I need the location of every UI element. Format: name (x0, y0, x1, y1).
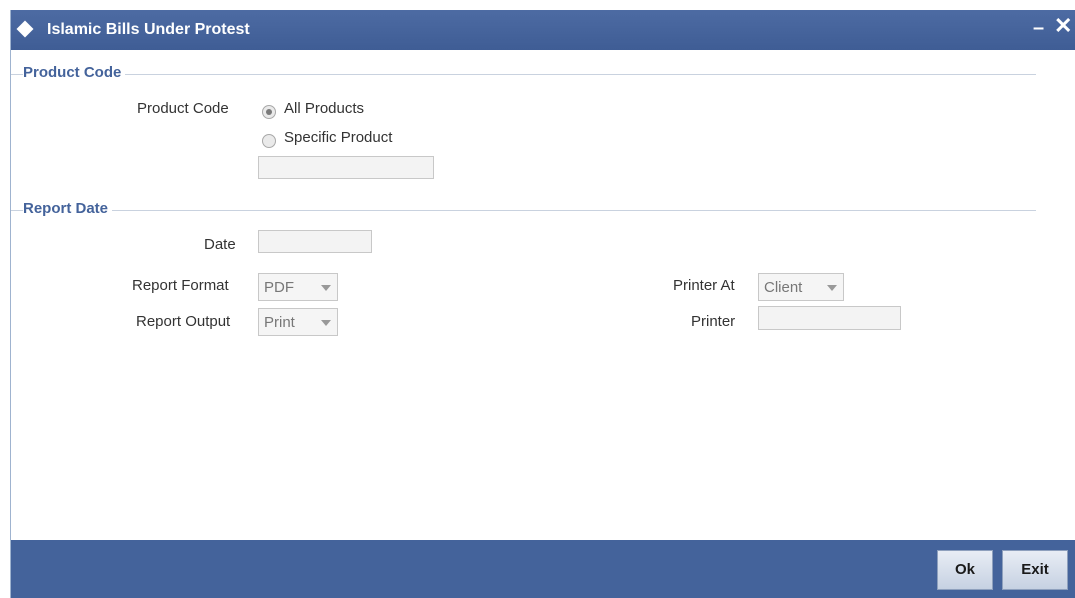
report-format-select[interactable]: PDF (258, 273, 338, 301)
report-format-value: PDF (264, 279, 294, 296)
section-divider (11, 74, 1036, 75)
specific-product-label[interactable]: Specific Product (284, 129, 392, 146)
all-products-radio[interactable] (262, 105, 276, 119)
report-output-label: Report Output (136, 313, 231, 330)
date-label: Date (204, 236, 236, 253)
title-bar: Islamic Bills Under Protest – ✕ (11, 10, 1075, 50)
all-products-label[interactable]: All Products (284, 100, 364, 117)
close-icon[interactable]: ✕ (1054, 15, 1072, 37)
report-date-section-header: Report Date (11, 200, 1036, 220)
report-window: Islamic Bills Under Protest – ✕ Product … (10, 10, 1075, 598)
chevron-down-icon (827, 285, 837, 291)
window-title: Islamic Bills Under Protest (47, 21, 250, 38)
app-diamond-icon (16, 20, 34, 38)
specific-product-input[interactable] (258, 156, 434, 179)
minimize-icon[interactable]: – (1033, 18, 1044, 38)
product-code-section-header: Product Code (11, 64, 1036, 84)
section-divider (11, 210, 1036, 211)
product-code-section-title: Product Code (23, 64, 126, 81)
ok-button[interactable]: Ok (937, 550, 993, 590)
exit-button[interactable]: Exit (1002, 550, 1068, 590)
report-format-label: Report Format (132, 277, 229, 294)
footer-bar: Ok Exit (11, 540, 1075, 598)
printer-input[interactable] (758, 306, 901, 330)
report-date-section-title: Report Date (23, 200, 113, 217)
printer-at-select[interactable]: Client (758, 273, 844, 301)
printer-at-value: Client (764, 279, 803, 296)
report-output-value: Print (264, 314, 295, 331)
chevron-down-icon (321, 285, 331, 291)
date-input[interactable] (258, 230, 372, 253)
product-code-label: Product Code (137, 100, 229, 117)
report-output-select[interactable]: Print (258, 308, 338, 336)
chevron-down-icon (321, 320, 331, 326)
specific-product-radio[interactable] (262, 134, 276, 148)
printer-at-label: Printer At (673, 277, 735, 294)
printer-label: Printer (691, 313, 736, 330)
